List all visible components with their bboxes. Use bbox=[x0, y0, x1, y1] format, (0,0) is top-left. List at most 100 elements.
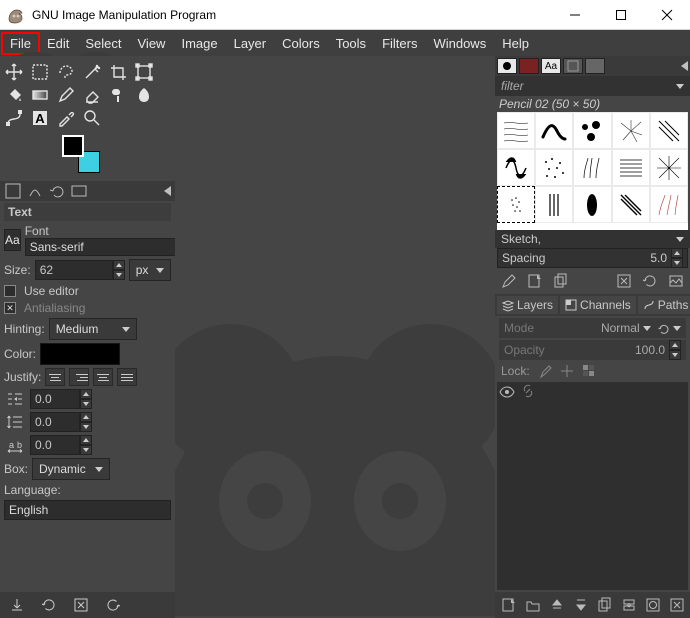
channels-tab[interactable]: Channels bbox=[560, 296, 636, 314]
linesp-up[interactable] bbox=[80, 412, 92, 422]
menu-layer[interactable]: Layer bbox=[226, 33, 275, 54]
indent-up[interactable] bbox=[80, 389, 92, 399]
letterspacing-spin[interactable]: 0.0 bbox=[30, 435, 92, 455]
brush-item[interactable] bbox=[612, 149, 650, 186]
box-dropdown[interactable]: Dynamic bbox=[32, 458, 110, 480]
refresh-brush-icon[interactable] bbox=[642, 273, 658, 289]
edit-brush-icon[interactable] bbox=[501, 273, 517, 289]
images-tab-icon[interactable] bbox=[70, 182, 88, 200]
tool-paths[interactable] bbox=[4, 108, 23, 127]
brush-item[interactable] bbox=[650, 186, 688, 223]
tool-bucket-fill[interactable] bbox=[4, 85, 23, 104]
delete-layer-icon[interactable] bbox=[669, 597, 685, 613]
tool-transform[interactable] bbox=[134, 62, 153, 81]
tool-pencil[interactable] bbox=[56, 85, 75, 104]
tool-clone[interactable] bbox=[108, 85, 127, 104]
canvas-area[interactable] bbox=[175, 56, 495, 618]
minimize-button[interactable] bbox=[552, 0, 598, 29]
lower-layer-icon[interactable] bbox=[573, 597, 589, 613]
spacing-down[interactable] bbox=[671, 258, 683, 268]
duplicate-layer-icon[interactable] bbox=[597, 597, 613, 613]
raise-layer-icon[interactable] bbox=[549, 597, 565, 613]
merge-down-icon[interactable] bbox=[621, 597, 637, 613]
tool-color-picker[interactable] bbox=[56, 108, 75, 127]
font-preview-icon[interactable]: Aa bbox=[4, 229, 21, 251]
size-down[interactable] bbox=[113, 270, 125, 280]
size-spin[interactable]: 62 bbox=[35, 260, 125, 280]
layers-tab[interactable]: Layers bbox=[497, 296, 558, 314]
menu-filters[interactable]: Filters bbox=[374, 33, 425, 54]
brush-grid[interactable] bbox=[497, 112, 688, 230]
font-input[interactable] bbox=[25, 238, 190, 256]
brushes-tab[interactable] bbox=[497, 58, 517, 74]
lettersp-up[interactable] bbox=[80, 435, 92, 445]
brush-item[interactable] bbox=[535, 149, 573, 186]
linesp-down[interactable] bbox=[80, 422, 92, 432]
brush-item[interactable] bbox=[612, 112, 650, 149]
lettersp-down[interactable] bbox=[80, 445, 92, 455]
history-tab[interactable] bbox=[563, 58, 583, 74]
opacity-row[interactable]: Opacity 100.0 bbox=[499, 340, 686, 360]
patterns-tab[interactable] bbox=[519, 58, 539, 74]
brush-item[interactable] bbox=[650, 149, 688, 186]
spacing-up[interactable] bbox=[671, 248, 683, 258]
indent-down[interactable] bbox=[80, 399, 92, 409]
menu-tools[interactable]: Tools bbox=[328, 33, 374, 54]
brush-item[interactable] bbox=[650, 112, 688, 149]
menu-edit[interactable]: Edit bbox=[39, 33, 77, 54]
menu-file[interactable]: File bbox=[2, 33, 39, 54]
text-color-chip[interactable] bbox=[40, 343, 120, 365]
delete-brush-icon[interactable] bbox=[616, 273, 632, 289]
tool-move[interactable] bbox=[4, 62, 23, 81]
color-swatches[interactable] bbox=[62, 135, 104, 173]
dock-menu-icon[interactable] bbox=[164, 186, 171, 196]
menu-image[interactable]: Image bbox=[173, 33, 225, 54]
linespacing-spin[interactable]: 0.0 bbox=[30, 412, 92, 432]
duplicate-brush-icon[interactable] bbox=[553, 273, 569, 289]
visibility-icon[interactable] bbox=[499, 384, 515, 400]
fg-color-swatch[interactable] bbox=[62, 135, 84, 157]
fonts-tab[interactable]: Aa bbox=[541, 58, 561, 74]
brush-spacing-slider[interactable]: Spacing 5.0 bbox=[497, 248, 688, 268]
antialias-check[interactable] bbox=[4, 302, 16, 314]
justify-fill-button[interactable] bbox=[117, 368, 137, 386]
brush-filter[interactable]: filter bbox=[495, 76, 690, 96]
mode-row[interactable]: Mode Normal bbox=[499, 318, 686, 338]
menu-view[interactable]: View bbox=[130, 33, 174, 54]
restore-icon[interactable] bbox=[40, 596, 58, 614]
brush-item[interactable] bbox=[573, 149, 611, 186]
justify-right-button[interactable] bbox=[69, 368, 89, 386]
brush-item[interactable] bbox=[535, 186, 573, 223]
menu-windows[interactable]: Windows bbox=[425, 33, 494, 54]
brush-item-selected[interactable] bbox=[497, 186, 535, 223]
tool-crop[interactable] bbox=[108, 62, 127, 81]
tool-free-select[interactable] bbox=[56, 62, 75, 81]
size-up[interactable] bbox=[113, 260, 125, 270]
linespacing-value[interactable]: 0.0 bbox=[30, 412, 80, 432]
save-preset-icon[interactable] bbox=[8, 596, 26, 614]
close-button[interactable] bbox=[644, 0, 690, 29]
justify-center-button[interactable] bbox=[93, 368, 113, 386]
tool-rect-select[interactable] bbox=[30, 62, 49, 81]
tool-text[interactable]: A bbox=[30, 108, 49, 127]
maximize-button[interactable] bbox=[598, 0, 644, 29]
use-editor-check[interactable] bbox=[4, 285, 16, 297]
menu-help[interactable]: Help bbox=[494, 33, 537, 54]
mask-icon[interactable] bbox=[645, 597, 661, 613]
size-unit-dropdown[interactable]: px bbox=[129, 259, 171, 281]
reset-icon[interactable] bbox=[104, 596, 122, 614]
lock-position-icon[interactable] bbox=[560, 364, 574, 378]
tool-smudge[interactable] bbox=[134, 85, 153, 104]
opacity-down[interactable] bbox=[669, 350, 681, 360]
tool-fuzzy-select[interactable] bbox=[82, 62, 101, 81]
tooloptions-tab-icon[interactable] bbox=[4, 182, 22, 200]
lock-pixels-icon[interactable] bbox=[538, 364, 552, 378]
doc-tab[interactable] bbox=[585, 58, 605, 74]
undo-tab-icon[interactable] bbox=[48, 182, 66, 200]
brushdock-menu-icon[interactable] bbox=[681, 61, 688, 71]
new-layer-icon[interactable] bbox=[501, 597, 517, 613]
letterspacing-value[interactable]: 0.0 bbox=[30, 435, 80, 455]
brush-tag-filter[interactable]: Sketch, bbox=[495, 230, 690, 248]
brush-item[interactable] bbox=[497, 112, 535, 149]
layers-list[interactable] bbox=[497, 382, 688, 590]
